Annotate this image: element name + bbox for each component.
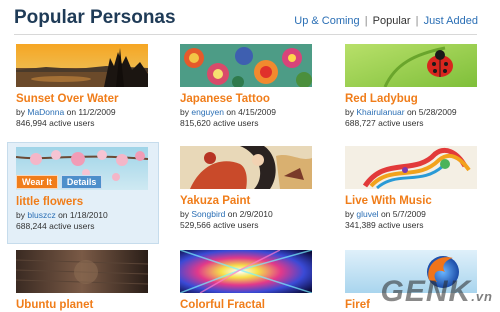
persona-title[interactable]: Red Ladybug <box>345 93 485 105</box>
persona-meta: by Khairulanuar on 5/28/2009 688,727 act… <box>345 107 485 129</box>
persona-title[interactable]: Sunset Over Water <box>16 93 156 105</box>
wear-it-button[interactable]: Wear It <box>16 175 58 189</box>
persona-meta: by gluvel on 5/7/2009 341,389 active use… <box>345 209 485 231</box>
persona-card[interactable]: Yakuza Paint by Songbird on 2/9/2010 529… <box>180 146 320 231</box>
persona-card[interactable]: Colorful Fractal <box>180 250 320 311</box>
author-link[interactable]: Khairulanuar <box>356 107 404 117</box>
persona-card-selected[interactable]: Wear It Details little flowers by bluszc… <box>7 142 159 244</box>
author-link[interactable]: gluvel <box>356 209 378 219</box>
page-title: Popular Personas <box>14 7 176 28</box>
date-label: on 5/28/2009 <box>406 107 457 117</box>
persona-card[interactable]: Red Ladybug by Khairulanuar on 5/28/2009… <box>345 44 485 129</box>
persona-meta: by bluszcz on 1/18/2010 688,244 active u… <box>16 210 148 232</box>
by-label: by <box>345 107 354 117</box>
persona-thumbnail[interactable] <box>16 44 148 87</box>
persona-thumbnail[interactable] <box>180 146 312 189</box>
up-coming-link[interactable]: Up & Coming <box>294 15 359 27</box>
date-label: on 5/7/2009 <box>380 209 426 219</box>
by-label: by <box>180 107 189 117</box>
persona-meta: by Songbird on 2/9/2010 529,566 active u… <box>180 209 320 231</box>
sort-nav: Up & Coming | Popular | Just Added <box>294 15 478 27</box>
popular-link[interactable]: Popular <box>373 15 411 27</box>
author-link[interactable]: bluszcz <box>27 210 55 220</box>
persona-thumbnail[interactable] <box>180 250 312 293</box>
watermark-suffix: .vn <box>471 289 493 304</box>
persona-title[interactable]: little flowers <box>16 196 148 208</box>
nav-separator: | <box>415 15 419 27</box>
date-label: on 11/2/2009 <box>66 107 116 117</box>
persona-card[interactable]: Japanese Tattoo by enguyen on 4/15/2009 … <box>180 44 320 129</box>
by-label: by <box>16 210 25 220</box>
persona-title[interactable]: Ubuntu planet <box>16 299 156 311</box>
nav-separator: | <box>364 15 368 27</box>
author-link[interactable]: Songbird <box>191 209 225 219</box>
persona-thumbnail[interactable] <box>180 44 312 87</box>
persona-thumbnail[interactable]: Wear It Details <box>16 147 148 190</box>
date-label: on 1/18/2010 <box>58 210 108 220</box>
persona-thumbnail[interactable] <box>345 44 477 87</box>
persona-meta: by enguyen on 4/15/2009 815,620 active u… <box>180 107 320 129</box>
date-label: on 4/15/2009 <box>226 107 276 117</box>
just-added-link[interactable]: Just Added <box>424 15 478 27</box>
active-users: 688,727 active users <box>345 118 424 128</box>
by-label: by <box>16 107 25 117</box>
persona-card[interactable]: Ubuntu planet <box>16 250 156 311</box>
watermark-main: GENK <box>380 275 472 308</box>
persona-title[interactable]: Japanese Tattoo <box>180 93 320 105</box>
persona-title[interactable]: Yakuza Paint <box>180 195 320 207</box>
date-label: on 2/9/2010 <box>227 209 273 219</box>
persona-title[interactable]: Live With Music <box>345 195 485 207</box>
header-divider <box>14 34 477 35</box>
active-users: 688,244 active users <box>16 221 95 231</box>
active-users: 529,566 active users <box>180 220 259 230</box>
by-label: by <box>180 209 189 219</box>
persona-title[interactable]: Colorful Fractal <box>180 299 320 311</box>
persona-card[interactable]: Sunset Over Water by MaDonna on 11/2/200… <box>16 44 156 129</box>
details-button[interactable]: Details <box>60 175 103 189</box>
persona-card[interactable]: Live With Music by gluvel on 5/7/2009 34… <box>345 146 485 231</box>
genk-watermark: GENK.vn <box>381 275 493 309</box>
by-label: by <box>345 209 354 219</box>
author-link[interactable]: MaDonna <box>27 107 64 117</box>
persona-meta: by MaDonna on 11/2/2009 846,994 active u… <box>16 107 156 129</box>
active-users: 846,994 active users <box>16 118 95 128</box>
active-users: 341,389 active users <box>345 220 424 230</box>
card-actions: Wear It Details <box>16 175 103 189</box>
persona-thumbnail[interactable] <box>345 146 477 189</box>
persona-thumbnail[interactable] <box>16 250 148 293</box>
active-users: 815,620 active users <box>180 118 259 128</box>
author-link[interactable]: enguyen <box>191 107 224 117</box>
